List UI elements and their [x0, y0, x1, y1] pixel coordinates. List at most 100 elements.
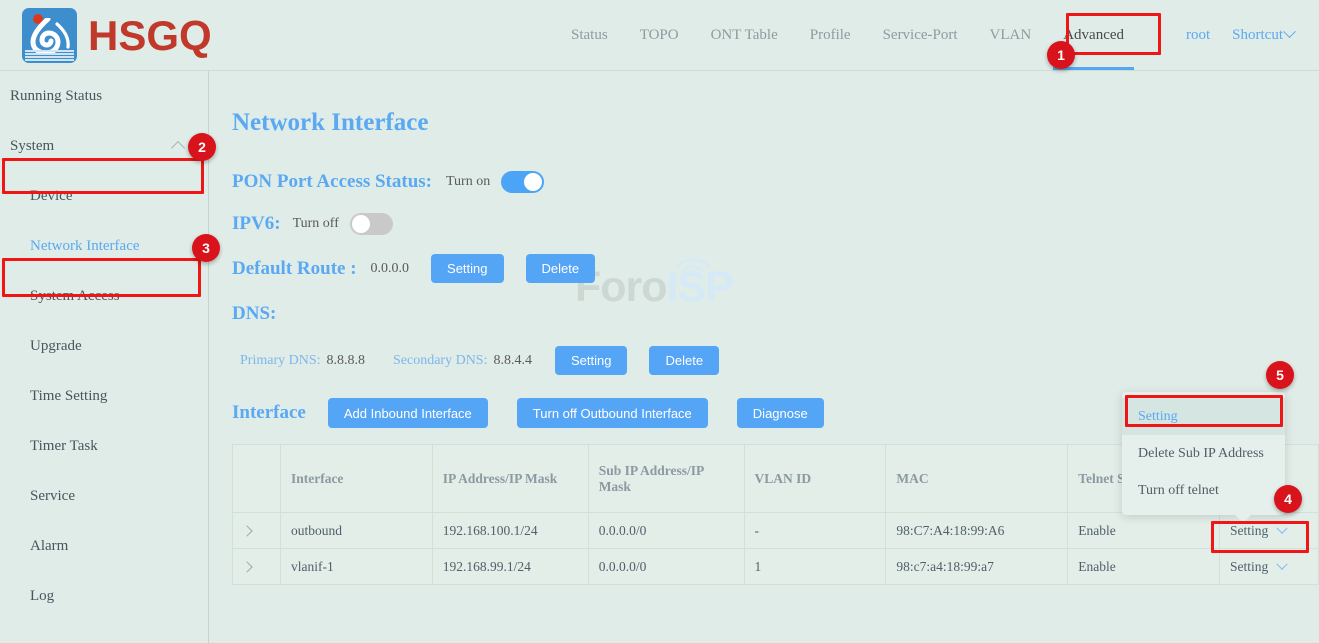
- chevron-down-icon: [1277, 558, 1288, 569]
- foroisp-watermark: ForoISP: [575, 263, 733, 312]
- sidebar-item-running-status[interactable]: Running Status: [0, 71, 208, 121]
- cell-interface: vlanif-1: [280, 549, 432, 585]
- row-setting-label: Setting: [1230, 523, 1268, 538]
- default-route-setting-button[interactable]: Setting: [431, 254, 503, 283]
- col-header-mac: MAC: [886, 445, 1068, 513]
- chevron-right-icon: [241, 525, 252, 536]
- ipv6-row: IPV6: Turn off: [232, 213, 393, 235]
- sidebar-item-upgrade[interactable]: Upgrade: [0, 321, 208, 371]
- turn-off-outbound-interface-button[interactable]: Turn off Outbound Interface: [517, 398, 708, 428]
- sidebar-item-timer-task[interactable]: Timer Task: [0, 421, 208, 471]
- dropdown-item-turn-off-telnet[interactable]: Turn off telnet: [1122, 472, 1285, 509]
- dropdown-item-setting[interactable]: Setting: [1122, 398, 1285, 435]
- default-route-value: 0.0.0.0: [371, 261, 410, 277]
- sidebar-item-log[interactable]: Log: [0, 571, 208, 621]
- sidebar-item-system-access[interactable]: System Access: [0, 271, 208, 321]
- sidebar-item-alarm[interactable]: Alarm: [0, 521, 208, 571]
- cell-telnet-status: Enable: [1068, 513, 1220, 549]
- primary-dns-label: Primary DNS:: [240, 353, 321, 369]
- setting-dropdown-menu: Setting Delete Sub IP Address Turn off t…: [1122, 392, 1285, 515]
- chevron-down-icon: [1277, 522, 1288, 533]
- cell-mac: 98:C7:A4:18:99:A6: [886, 513, 1068, 549]
- pon-port-access-status-row: PON Port Access Status: Turn on: [232, 171, 544, 193]
- dns-section-label: DNS:: [232, 303, 276, 325]
- chevron-up-icon: [173, 121, 184, 171]
- brand-name: HSGQ: [88, 12, 212, 60]
- nav-item-service-port[interactable]: Service-Port: [867, 0, 974, 70]
- cell-vlan-id: 1: [744, 549, 886, 585]
- col-header-vlan-id: VLAN ID: [744, 445, 886, 513]
- col-header-expand: [233, 445, 281, 513]
- watermark-text-b: ISP: [667, 263, 733, 311]
- col-header-ip-address: IP Address/IP Mask: [432, 445, 588, 513]
- shortcut-menu[interactable]: Shortcut: [1221, 27, 1305, 44]
- secondary-dns-label: Secondary DNS:: [393, 353, 488, 369]
- dns-setting-button[interactable]: Setting: [555, 346, 627, 375]
- shortcut-label: Shortcut: [1232, 27, 1283, 43]
- cell-ip-address: 192.168.100.1/24: [432, 513, 588, 549]
- nav-item-topo[interactable]: TOPO: [624, 0, 695, 70]
- main-content: Network Interface ForoISP PON Port Acces…: [210, 71, 1319, 643]
- chevron-right-icon: [241, 561, 252, 572]
- dropdown-item-delete-sub-ip-address[interactable]: Delete Sub IP Address: [1122, 435, 1285, 472]
- sidebar-item-network-interface[interactable]: Network Interface: [0, 221, 208, 271]
- pon-toggle-knob: [524, 173, 542, 191]
- secondary-dns-value: 8.8.4.4: [494, 353, 533, 369]
- default-route-row: Default Route : 0.0.0.0 Setting Delete: [232, 254, 595, 283]
- top-header: HSGQ Status TOPO ONT Table Profile Servi…: [0, 0, 1319, 71]
- table-row[interactable]: vlanif-1 192.168.99.1/24 0.0.0.0/0 1 98:…: [233, 549, 1319, 585]
- dns-delete-button[interactable]: Delete: [649, 346, 719, 375]
- logo-swoosh-icon: [29, 18, 71, 54]
- cell-mac: 98:c7:a4:18:99:a7: [886, 549, 1068, 585]
- sidebar-item-time-setting[interactable]: Time Setting: [0, 371, 208, 421]
- watermark-wifi-arc-icon: [671, 249, 715, 273]
- sidebar: Running Status System Device Network Int…: [0, 71, 209, 643]
- row-expand-toggle[interactable]: [233, 513, 281, 549]
- ipv6-toggle-knob: [352, 215, 370, 233]
- interface-toolbar: Interface Add Inbound Interface Turn off…: [232, 398, 824, 428]
- nav-item-status[interactable]: Status: [555, 0, 624, 70]
- row-setting-label: Setting: [1230, 559, 1268, 574]
- add-inbound-interface-button[interactable]: Add Inbound Interface: [328, 398, 488, 428]
- annotation-badge-2: 2: [188, 133, 216, 161]
- sidebar-item-system[interactable]: System: [0, 121, 208, 171]
- pon-label: PON Port Access Status:: [232, 171, 432, 193]
- cell-interface: outbound: [280, 513, 432, 549]
- pon-toggle[interactable]: [501, 171, 544, 193]
- ipv6-toggle[interactable]: [350, 213, 393, 235]
- nav-item-ont-table[interactable]: ONT Table: [695, 0, 794, 70]
- cell-ip-address: 192.168.99.1/24: [432, 549, 588, 585]
- chevron-down-icon: [1283, 25, 1296, 38]
- sidebar-item-device[interactable]: Device: [0, 171, 208, 221]
- cell-sub-ip-address: 0.0.0.0/0: [588, 513, 744, 549]
- annotation-badge-3: 3: [192, 234, 220, 262]
- annotation-badge-1: 1: [1047, 41, 1075, 69]
- header-right-group: root Shortcut: [1175, 0, 1305, 70]
- app-root: HSGQ Status TOPO ONT Table Profile Servi…: [0, 0, 1319, 643]
- dns-row: Primary DNS: 8.8.8.8 Secondary DNS: 8.8.…: [240, 346, 719, 375]
- cell-telnet-status: Enable: [1068, 549, 1220, 585]
- user-menu-root[interactable]: root: [1175, 27, 1221, 44]
- interface-label: Interface: [232, 402, 306, 424]
- diagnose-button[interactable]: Diagnose: [737, 398, 824, 428]
- brand-logo[interactable]: HSGQ: [22, 8, 212, 63]
- pon-state-text: Turn on: [446, 174, 490, 190]
- cell-vlan-id: -: [744, 513, 886, 549]
- hsgq-logo-icon: [22, 8, 77, 63]
- nav-item-vlan[interactable]: VLAN: [974, 0, 1048, 70]
- row-expand-toggle[interactable]: [233, 549, 281, 585]
- ipv6-state-text: Turn off: [293, 216, 339, 232]
- table-row[interactable]: outbound 192.168.100.1/24 0.0.0.0/0 - 98…: [233, 513, 1319, 549]
- ipv6-label: IPV6:: [232, 213, 281, 235]
- logo-water-lines: [25, 50, 74, 60]
- row-setting-dropdown-trigger[interactable]: Setting: [1220, 549, 1319, 585]
- primary-dns-value: 8.8.8.8: [327, 353, 366, 369]
- default-route-delete-button[interactable]: Delete: [526, 254, 596, 283]
- cell-sub-ip-address: 0.0.0.0/0: [588, 549, 744, 585]
- nav-item-profile[interactable]: Profile: [794, 0, 867, 70]
- sidebar-item-system-label: System: [10, 138, 54, 154]
- col-header-interface: Interface: [280, 445, 432, 513]
- sidebar-item-service[interactable]: Service: [0, 471, 208, 521]
- page-title: Network Interface: [232, 109, 428, 137]
- annotation-badge-4: 4: [1274, 485, 1302, 513]
